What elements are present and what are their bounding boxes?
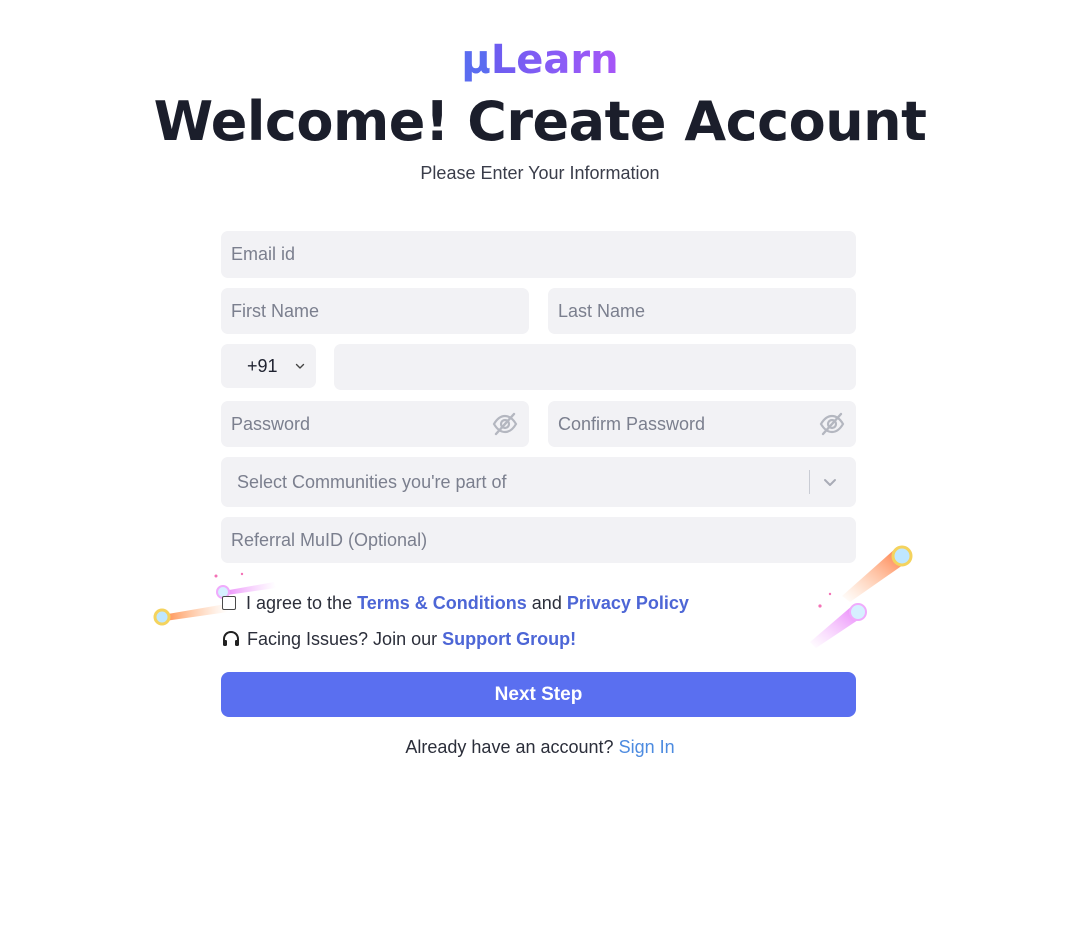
email-input[interactable] <box>231 244 846 265</box>
country-code-select[interactable]: +91 <box>221 344 316 388</box>
signup-page: μLearn Welcome! Create Account Please En… <box>0 0 1080 942</box>
referral-input[interactable] <box>231 529 846 551</box>
email-field[interactable] <box>221 231 856 278</box>
communities-placeholder: Select Communities you're part of <box>237 471 507 492</box>
privacy-link[interactable]: Privacy Policy <box>567 593 689 614</box>
last-name-input[interactable] <box>558 300 846 322</box>
logo-mu: μ <box>461 37 491 83</box>
next-step-button[interactable]: Next Step <box>221 672 856 717</box>
communities-select[interactable]: Select Communities you're part of <box>221 457 856 507</box>
signin-prompt: Already have an account? <box>405 737 614 757</box>
page-subtitle: Please Enter Your Information <box>420 163 660 183</box>
headset-icon <box>223 630 239 646</box>
terms-prefix: I agree to the <box>246 592 353 613</box>
last-name-field[interactable] <box>548 288 856 334</box>
password-field[interactable] <box>221 401 529 447</box>
mulearn-logo: μLearn <box>0 36 1080 84</box>
signin-row: Already have an account? Sign In <box>0 737 1080 758</box>
chevron-down-icon[interactable] <box>820 472 840 492</box>
terms-and: and <box>531 592 562 613</box>
phone-input[interactable] <box>344 356 846 378</box>
terms-agreement: I agree to the Terms & Conditions and Pr… <box>221 591 689 615</box>
support-row: Facing Issues? Join our Support Group! <box>221 627 576 651</box>
eye-off-icon[interactable] <box>818 410 846 438</box>
first-name-input[interactable] <box>231 300 519 322</box>
confirm-password-input[interactable] <box>558 413 818 435</box>
eye-off-icon[interactable] <box>491 410 519 438</box>
terms-checkbox[interactable] <box>222 596 236 610</box>
chevron-down-icon <box>295 363 305 369</box>
password-input[interactable] <box>231 413 491 435</box>
country-code-value: +91 <box>247 355 278 376</box>
terms-link[interactable]: Terms & Conditions <box>357 593 527 614</box>
logo-text: Learn <box>490 37 619 83</box>
confirm-password-field[interactable] <box>548 401 856 447</box>
signin-link[interactable]: Sign In <box>619 737 675 757</box>
page-title: Welcome! Create Account <box>153 90 927 153</box>
referral-field[interactable] <box>221 517 856 563</box>
support-group-link[interactable]: Support Group! <box>442 629 576 650</box>
select-separator <box>809 470 810 494</box>
support-prefix: Facing Issues? Join our <box>247 628 438 649</box>
first-name-field[interactable] <box>221 288 529 334</box>
comet-icon <box>810 545 913 648</box>
phone-field[interactable] <box>334 344 856 390</box>
